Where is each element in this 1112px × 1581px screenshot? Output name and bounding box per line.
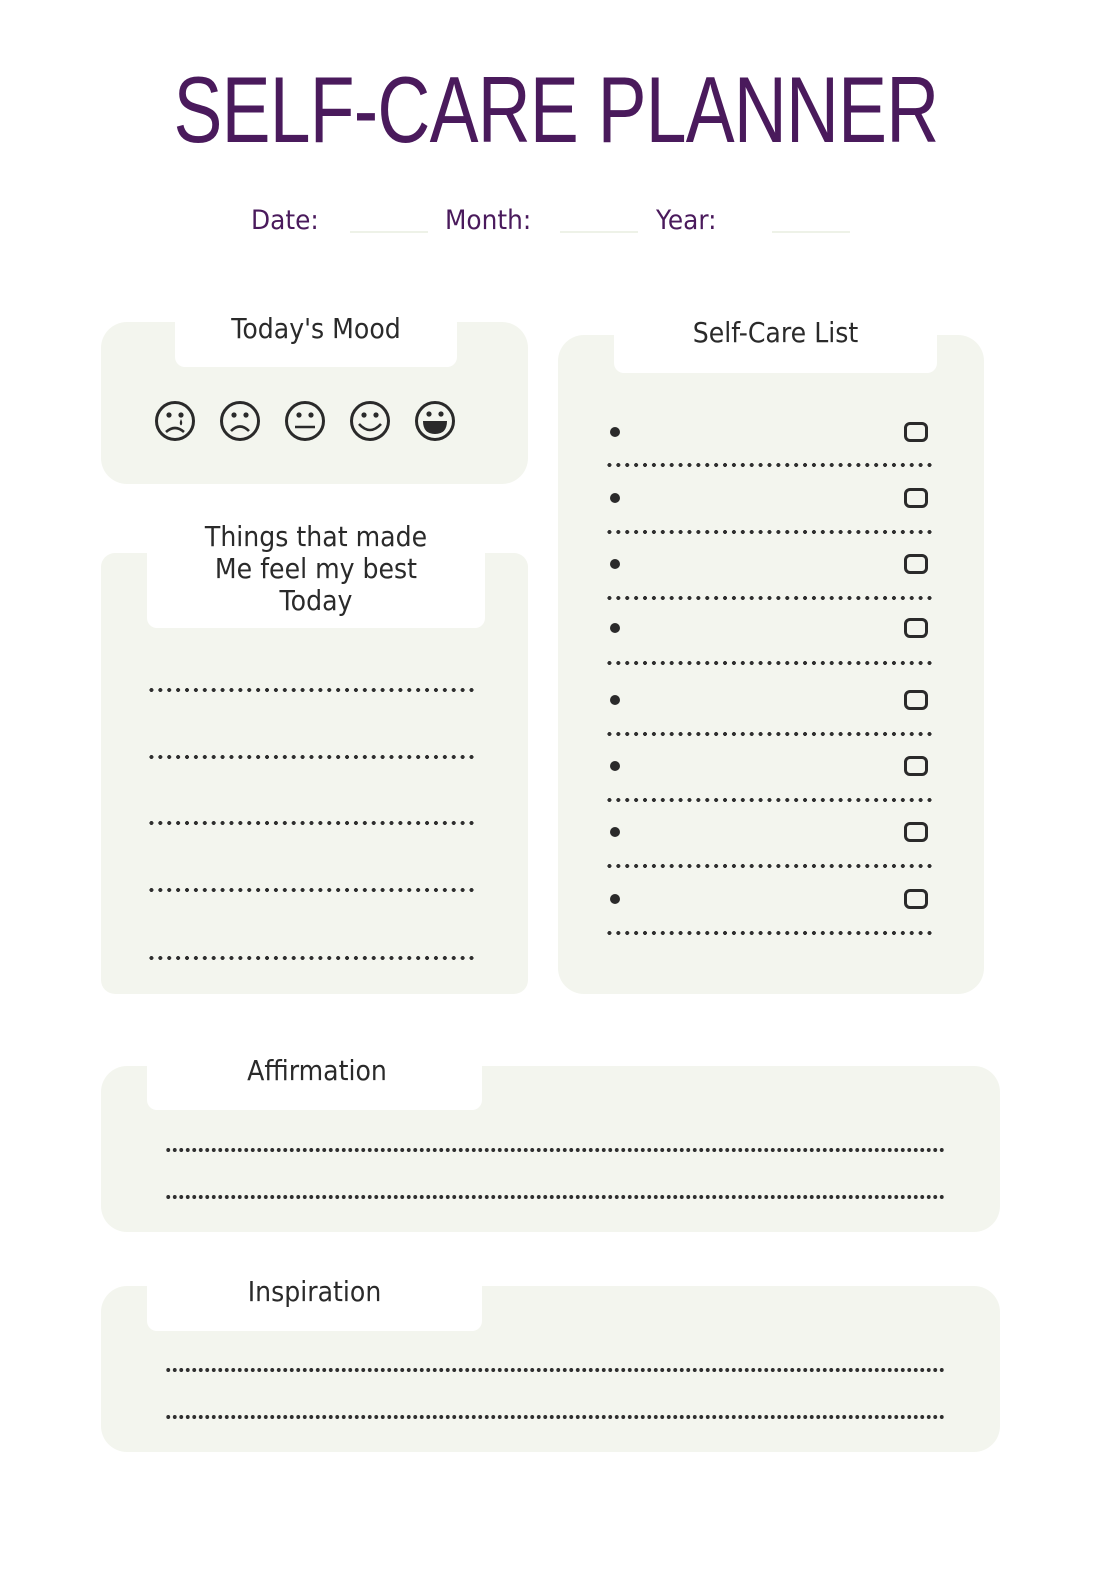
self-care-item-text[interactable] <box>630 883 890 915</box>
self-care-item-text[interactable] <box>630 548 890 580</box>
self-care-item-text[interactable] <box>630 684 890 716</box>
self-care-item-text[interactable] <box>630 816 890 848</box>
neutral-face-icon[interactable] <box>284 400 326 442</box>
dotted-line <box>605 931 933 935</box>
checkbox[interactable] <box>904 618 928 638</box>
dotted-line <box>605 530 933 534</box>
bullet-icon <box>610 695 620 705</box>
best-things-title-line2: Me feel my best <box>214 552 418 585</box>
best-things-title-line1: Things that made <box>204 520 428 553</box>
dotted-line <box>147 688 477 692</box>
page-title: SELF-CARE PLANNER <box>173 57 940 162</box>
year-label: Year: <box>656 205 717 236</box>
checkbox[interactable] <box>904 822 928 842</box>
dotted-line <box>605 732 933 736</box>
inspiration-line-2[interactable] <box>165 1380 945 1418</box>
dotted-line <box>165 1195 945 1199</box>
month-label: Month: <box>445 205 532 236</box>
affirmation-line-2[interactable] <box>165 1160 945 1198</box>
checkbox[interactable] <box>904 422 928 442</box>
mood-title: Today's Mood <box>231 312 401 345</box>
best-things-title-line3: Today <box>279 584 353 617</box>
best-things-line-2[interactable] <box>147 716 477 756</box>
inspiration-title: Inspiration <box>247 1275 382 1308</box>
inspiration-line-1[interactable] <box>165 1332 945 1370</box>
best-things-line-4[interactable] <box>147 849 477 889</box>
dotted-line <box>165 1148 945 1152</box>
bullet-icon <box>610 827 620 837</box>
dotted-line <box>147 821 477 825</box>
self-care-item-text[interactable] <box>630 612 890 644</box>
dotted-line <box>605 661 933 665</box>
bullet-icon <box>610 761 620 771</box>
dotted-line <box>147 755 477 759</box>
checkbox[interactable] <box>904 690 928 710</box>
bullet-icon <box>610 493 620 503</box>
crying-face-icon[interactable] <box>154 400 196 442</box>
checkbox[interactable] <box>904 889 928 909</box>
self-care-list-title: Self-Care List <box>692 316 859 349</box>
dotted-line <box>605 864 933 868</box>
month-field[interactable] <box>560 231 638 233</box>
checkbox[interactable] <box>904 756 928 776</box>
grinning-face-icon[interactable] <box>414 400 456 442</box>
self-care-item-text[interactable] <box>630 750 890 782</box>
self-care-item-text[interactable] <box>630 416 890 448</box>
bullet-icon <box>610 559 620 569</box>
bullet-icon <box>610 623 620 633</box>
best-things-line-3[interactable] <box>147 783 477 823</box>
checkbox[interactable] <box>904 488 928 508</box>
dotted-line <box>147 956 477 960</box>
date-label: Date: <box>251 205 319 236</box>
dotted-line <box>165 1415 945 1419</box>
best-things-line-1[interactable] <box>147 650 477 690</box>
dotted-line <box>165 1368 945 1372</box>
checkbox[interactable] <box>904 554 928 574</box>
date-row: Date: Month: Year: <box>0 205 1112 241</box>
bullet-icon <box>610 894 620 904</box>
year-field[interactable] <box>772 231 850 233</box>
date-field[interactable] <box>350 231 428 233</box>
dotted-line <box>605 463 933 467</box>
affirmation-line-1[interactable] <box>165 1112 945 1150</box>
dotted-line <box>147 888 477 892</box>
dotted-line <box>605 596 933 600</box>
smiling-face-icon[interactable] <box>349 400 391 442</box>
dotted-line <box>605 798 933 802</box>
best-things-line-5[interactable] <box>147 918 477 958</box>
bullet-icon <box>610 427 620 437</box>
affirmation-title: Affirmation <box>247 1054 387 1087</box>
frowning-face-icon[interactable] <box>219 400 261 442</box>
self-care-item-text[interactable] <box>630 482 890 514</box>
